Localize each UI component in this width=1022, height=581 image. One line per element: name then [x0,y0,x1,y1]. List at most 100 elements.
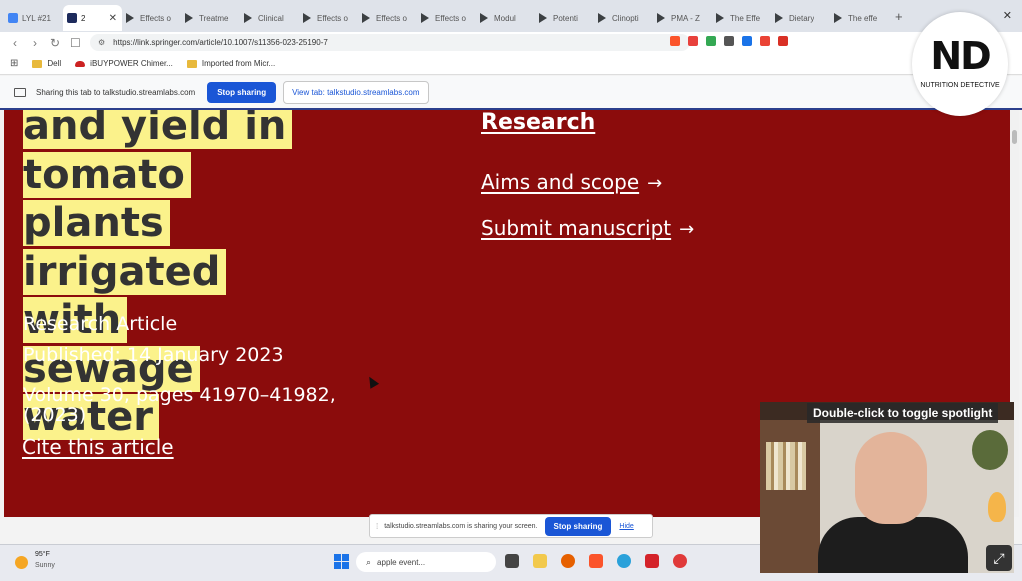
tab-clinical[interactable]: Clinical [240,5,299,31]
play-icon [598,13,606,23]
firefox-icon[interactable] [561,554,575,568]
scrollbar-thumb[interactable] [1012,130,1017,144]
springer-icon [67,13,77,23]
tab-label: PMA - Z [671,13,700,23]
webcam-plant [972,430,1008,470]
nutrition-detective-logo: ND NUTRITION DETECTIVE [912,12,1008,116]
published-date: Published: 14 January 2023 [23,344,284,366]
tab-clinopti[interactable]: Clinopti [594,5,653,31]
volume-pages: Volume 30, pages 41970–41982, (2023) [23,384,336,426]
tab-effects[interactable]: Effects o [358,5,417,31]
arrow-right-icon: → [679,219,695,240]
tab-label: Effects o [376,13,407,23]
stop-sharing-button[interactable]: Stop sharing [544,516,612,536]
view-tab-button[interactable]: View tab: talkstudio.streamlabs.com [283,80,429,104]
taskbar-search[interactable]: ⌕ apple event... [356,552,496,572]
tab-modul[interactable]: Modul [476,5,535,31]
title-line: tomato plants [23,151,191,246]
bookmark-label: Imported from Micr... [201,59,276,68]
apps-grid-icon[interactable]: ⊞ [10,58,18,69]
tab-pma[interactable]: PMA - Z [653,5,712,31]
site-info-icon[interactable]: ⚙ [98,38,105,47]
bookmark-label: iBUYPOWER Chimer... [90,59,173,68]
play-icon [716,13,724,23]
submit-manuscript-link[interactable]: Submit manuscript → [481,216,694,240]
sun-icon[interactable] [15,556,28,569]
streamlabs-icon[interactable] [673,554,687,568]
share-pill-message: talkstudio.streamlabs.com is sharing you… [384,522,538,530]
tab-potenti[interactable]: Potenti [535,5,594,31]
acrobat-icon[interactable] [645,554,659,568]
tab-springer-active[interactable]: 2 ✕ [63,5,122,31]
tab-the-effe[interactable]: The effe [830,5,889,31]
hide-link[interactable]: Hide [619,523,633,530]
extension-icon[interactable] [706,36,716,46]
url-text: https://link.springer.com/article/10.100… [113,38,328,47]
webcam-overlay[interactable]: Double-click to toggle spotlight ⤢ [760,402,1014,573]
ibuypower-icon [75,60,86,67]
expand-icon[interactable]: ⤢ [986,545,1012,571]
drag-handle-icon[interactable]: ⁞ [376,522,378,531]
telegram-icon[interactable] [617,554,631,568]
journal-research-link[interactable]: Research [481,110,595,135]
extension-icon[interactable] [724,36,734,46]
tab-lyl[interactable]: LYL #21 [4,5,63,31]
play-icon [303,13,311,23]
bookmark-icon[interactable]: ☐ [70,36,81,50]
sharing-message: Sharing this tab to talkstudio.streamlab… [36,87,196,97]
extension-icon[interactable] [778,36,788,46]
close-window-button[interactable]: ✕ [1003,9,1012,22]
tab-effects[interactable]: Effects o [122,5,181,31]
tab-label: Dietary [789,13,815,23]
close-tab-icon[interactable]: ✕ [109,13,117,24]
cite-article-link[interactable]: Cite this article [22,435,174,459]
play-icon [185,13,193,23]
address-bar: ‹ › ↻ ☐ ⚙ https://link.springer.com/arti… [0,32,1022,53]
brave-shield-icon[interactable] [670,36,680,46]
tab-label: Effects o [140,13,171,23]
windows-start-icon[interactable] [334,554,349,569]
extension-icon[interactable] [742,36,752,46]
tab-bar: LYL #21 2 ✕ Effects o Treatme Clinical Ef… [0,0,1022,32]
folder-icon [186,59,197,68]
screen-share-notification: ⁞ talkstudio.streamlabs.com is sharing y… [369,514,653,538]
aims-and-scope-link[interactable]: Aims and scope → [481,170,662,194]
search-text: apple event... [377,557,426,567]
tab-label: LYL #21 [22,13,51,23]
tab-effects[interactable]: Effects o [417,5,476,31]
webcam-lamp [988,492,1006,522]
stop-sharing-button[interactable]: Stop sharing [207,81,277,103]
tab-label: The Effe [730,13,761,23]
tab-the-effe[interactable]: The Effe [712,5,771,31]
bookmark-dell[interactable]: Dell [32,59,61,68]
bookmark-ibuypower[interactable]: iBUYPOWER Chimer... [75,59,173,68]
play-icon [834,13,842,23]
tab-label: Effects o [435,13,466,23]
reload-icon[interactable]: ↻ [50,36,60,50]
tab-dietary[interactable]: Dietary [771,5,830,31]
bookmark-label: Dell [47,59,62,68]
forward-icon[interactable]: › [30,36,40,50]
play-icon [480,13,488,23]
spotlight-toggle-label: Double-click to toggle spotlight [807,403,999,423]
play-icon [362,13,370,23]
tab-treatment[interactable]: Treatme [181,5,240,31]
tab-label: Treatme [199,13,229,23]
new-tab-button[interactable]: + [895,9,903,24]
triangle-extension-icon[interactable] [688,36,698,46]
webcam-bookshelf [760,420,820,573]
bookmarks-bar: ⊞ Dell iBUYPOWER Chimer... Imported from… [0,53,1022,75]
file-explorer-icon[interactable] [533,554,547,568]
tab-effects[interactable]: Effects o [299,5,358,31]
back-icon[interactable]: ‹ [10,36,20,50]
brave-icon[interactable] [589,554,603,568]
extension-icon[interactable] [760,36,770,46]
bookmark-imported[interactable]: Imported from Micr... [186,59,276,68]
url-field[interactable]: ⚙ https://link.springer.com/article/10.1… [90,34,690,51]
title-line: and yield in [23,110,293,149]
weather-condition: Sunny [35,562,55,569]
task-view-icon[interactable] [505,554,519,568]
tab-label: The effe [848,13,878,23]
logo-mark: ND [930,34,991,78]
play-icon [126,13,134,23]
